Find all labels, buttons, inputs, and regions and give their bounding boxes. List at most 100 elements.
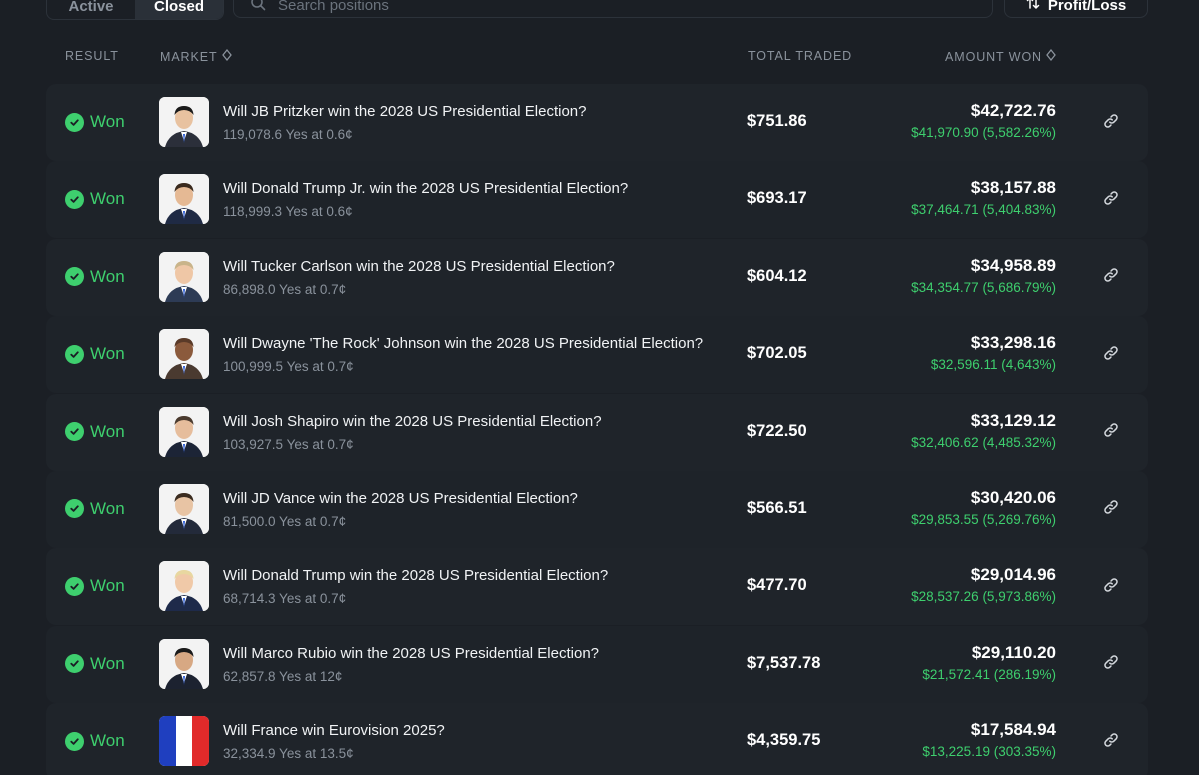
result-label: Won bbox=[90, 421, 125, 441]
total-traded-value: $4,359.75 bbox=[747, 731, 821, 750]
share-link-button[interactable] bbox=[1100, 112, 1122, 134]
profit-value: $32,406.62 (4,485.32%) bbox=[911, 434, 1056, 450]
check-circle-icon bbox=[65, 499, 84, 519]
result-cell: Won bbox=[65, 576, 125, 596]
amount-won-value: $33,129.12 bbox=[970, 410, 1056, 430]
result-cell: Won bbox=[65, 267, 125, 287]
total-traded-value: $604.12 bbox=[747, 266, 807, 285]
portrait-icon[interactable] bbox=[159, 174, 209, 225]
position-shares: 118,999.3 Yes at 0.6¢ bbox=[223, 204, 353, 220]
market-title[interactable]: Will Josh Shapiro win the 2028 US Presid… bbox=[223, 413, 602, 430]
portrait-icon[interactable] bbox=[159, 329, 209, 380]
share-link-button[interactable] bbox=[1100, 654, 1122, 676]
amount-won-value: $38,157.88 bbox=[970, 178, 1056, 198]
market-title[interactable]: Will France win Eurovision 2025? bbox=[223, 722, 445, 739]
market-title[interactable]: Will Marco Rubio win the 2028 US Preside… bbox=[223, 645, 599, 662]
header-amount-won[interactable]: AMOUNT WON bbox=[945, 48, 1056, 64]
position-row[interactable]: Won Will Dwayne 'The Rock' Johnson win t… bbox=[46, 316, 1148, 394]
result-cell: Won bbox=[65, 731, 125, 751]
market-title[interactable]: Will Tucker Carlson win the 2028 US Pres… bbox=[223, 258, 615, 275]
search-input[interactable] bbox=[276, 0, 880, 15]
market-title[interactable]: Will Dwayne 'The Rock' Johnson win the 2… bbox=[223, 335, 703, 352]
portrait-icon[interactable] bbox=[159, 406, 209, 457]
amount-won-value: $34,958.89 bbox=[970, 255, 1056, 275]
position-row[interactable]: Won Will JB Pritzker win the 2028 US Pre… bbox=[46, 84, 1148, 161]
portrait-icon[interactable] bbox=[159, 561, 209, 612]
market-title[interactable]: Will Donald Trump Jr. win the 2028 US Pr… bbox=[223, 180, 628, 197]
position-row[interactable]: Won Will France win Eurovision 2025? 32,… bbox=[46, 703, 1148, 775]
share-link-button[interactable] bbox=[1100, 576, 1122, 598]
positions-list: Won Will JB Pritzker win the 2028 US Pre… bbox=[46, 84, 1148, 775]
profit-value: $21,572.41 (286.19%) bbox=[922, 666, 1056, 682]
sort-toggle-icon bbox=[221, 48, 232, 64]
position-row[interactable]: Won Will Donald Trump win the 2028 US Pr… bbox=[46, 548, 1148, 626]
share-link-button[interactable] bbox=[1100, 189, 1122, 211]
market-title[interactable]: Will Donald Trump win the 2028 US Presid… bbox=[223, 567, 608, 584]
position-shares: 32,334.9 Yes at 13.5¢ bbox=[223, 746, 354, 762]
status-toggle: Active Closed bbox=[46, 0, 224, 20]
profit-value: $41,970.90 (5,582.26%) bbox=[911, 125, 1056, 140]
amount-won-value: $33,298.16 bbox=[970, 333, 1056, 353]
profit-value: $13,225.19 (303.35%) bbox=[922, 744, 1056, 760]
position-row[interactable]: Won Will Donald Trump Jr. win the 2028 U… bbox=[46, 161, 1148, 239]
market-title[interactable]: Will JD Vance win the 2028 US Presidenti… bbox=[223, 490, 578, 507]
total-traded-value: $566.51 bbox=[747, 498, 807, 517]
check-circle-icon bbox=[65, 112, 84, 132]
header-total-traded: TOTAL TRADED bbox=[748, 49, 853, 63]
portrait-icon[interactable] bbox=[159, 638, 209, 689]
link-icon bbox=[1103, 654, 1119, 675]
market-title[interactable]: Will JB Pritzker win the 2028 US Preside… bbox=[223, 103, 587, 120]
position-shares: 103,927.5 Yes at 0.7¢ bbox=[223, 436, 354, 452]
total-traded-value: $693.17 bbox=[747, 189, 807, 208]
tab-closed[interactable]: Closed bbox=[135, 0, 223, 19]
link-icon bbox=[1103, 190, 1119, 211]
france-flag-icon[interactable] bbox=[159, 716, 209, 767]
profit-value: $37,464.71 (5,404.83%) bbox=[911, 202, 1056, 218]
share-link-button[interactable] bbox=[1100, 344, 1122, 366]
tab-active[interactable]: Active bbox=[47, 0, 135, 19]
position-row[interactable]: Won Will JD Vance win the 2028 US Presid… bbox=[46, 470, 1148, 548]
result-cell: Won bbox=[65, 112, 125, 132]
amount-won-value: $17,584.94 bbox=[970, 720, 1056, 740]
check-circle-icon bbox=[65, 576, 84, 596]
link-icon bbox=[1103, 577, 1119, 598]
result-cell: Won bbox=[65, 499, 125, 519]
link-icon bbox=[1103, 422, 1119, 443]
check-circle-icon bbox=[65, 344, 84, 364]
result-label: Won bbox=[90, 576, 125, 596]
position-shares: 86,898.0 Yes at 0.7¢ bbox=[223, 281, 347, 297]
share-link-button[interactable] bbox=[1100, 731, 1122, 753]
share-link-button[interactable] bbox=[1100, 499, 1122, 521]
profit-value: $29,853.55 (5,269.76%) bbox=[911, 511, 1056, 527]
portrait-icon[interactable] bbox=[159, 251, 209, 302]
share-link-button[interactable] bbox=[1100, 267, 1122, 289]
portrait-icon[interactable] bbox=[159, 483, 209, 534]
check-circle-icon bbox=[65, 422, 84, 442]
result-label: Won bbox=[90, 266, 125, 286]
result-cell: Won bbox=[65, 189, 125, 209]
link-icon bbox=[1103, 499, 1119, 520]
total-traded-value: $722.50 bbox=[747, 421, 807, 440]
position-shares: 119,078.6 Yes at 0.6¢ bbox=[223, 127, 353, 142]
link-icon bbox=[1103, 113, 1119, 134]
sort-profit-loss-button[interactable]: Profit/Loss bbox=[1004, 0, 1148, 18]
share-link-button[interactable] bbox=[1100, 422, 1122, 444]
amount-won-value: $42,722.76 bbox=[970, 101, 1056, 120]
total-traded-value: $477.70 bbox=[747, 576, 807, 595]
amount-won-value: $30,420.06 bbox=[970, 487, 1056, 507]
total-traded-value: $702.05 bbox=[747, 344, 807, 363]
result-label: Won bbox=[90, 653, 125, 673]
positions-page: Active Closed Profit/Loss RESULT MARKET … bbox=[0, 0, 1199, 775]
position-row[interactable]: Won Will Tucker Carlson win the 2028 US … bbox=[46, 238, 1148, 316]
check-circle-icon bbox=[65, 189, 84, 209]
table-header: RESULT MARKET TOTAL TRADED AMOUNT WON bbox=[46, 47, 1148, 67]
result-cell: Won bbox=[65, 422, 125, 442]
position-row[interactable]: Won Will Marco Rubio win the 2028 US Pre… bbox=[46, 625, 1148, 703]
position-row[interactable]: Won Will Josh Shapiro win the 2028 US Pr… bbox=[46, 393, 1148, 471]
profit-value: $32,596.11 (4,643%) bbox=[930, 357, 1056, 373]
check-circle-icon bbox=[65, 654, 84, 674]
portrait-icon[interactable] bbox=[159, 97, 209, 147]
total-traded-value: $7,537.78 bbox=[747, 653, 821, 672]
header-market[interactable]: MARKET bbox=[160, 48, 232, 64]
position-shares: 100,999.5 Yes at 0.7¢ bbox=[223, 359, 354, 375]
